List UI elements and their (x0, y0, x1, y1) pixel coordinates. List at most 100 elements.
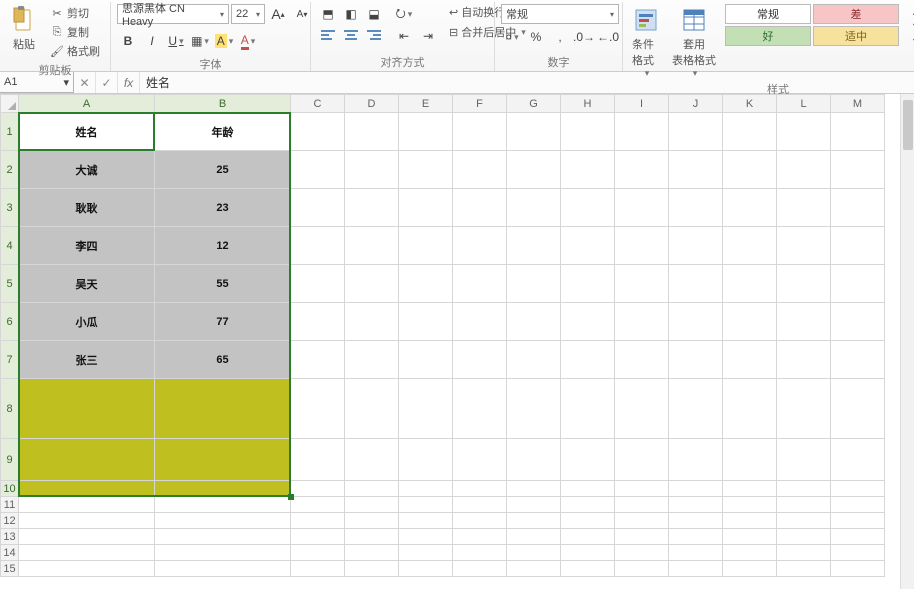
cell[interactable] (507, 303, 561, 341)
cell[interactable] (561, 227, 615, 265)
cell[interactable] (399, 151, 453, 189)
cell[interactable] (399, 341, 453, 379)
row-header[interactable]: 2 (1, 151, 19, 189)
orientation-button[interactable]: ⭮▾ (393, 4, 415, 24)
cell[interactable] (561, 529, 615, 545)
column-header[interactable]: D (345, 95, 399, 113)
cell[interactable] (723, 497, 777, 513)
copy-button[interactable]: ⎘ 复制 (46, 23, 104, 41)
cell[interactable] (615, 265, 669, 303)
cell[interactable] (155, 439, 291, 481)
cell[interactable] (723, 341, 777, 379)
cell[interactable] (453, 379, 507, 439)
cell[interactable] (291, 529, 345, 545)
cell[interactable] (831, 439, 885, 481)
cell[interactable] (723, 545, 777, 561)
cell[interactable] (291, 513, 345, 529)
cell-style-good[interactable]: 好 (725, 26, 811, 46)
percent-button[interactable]: % (525, 27, 547, 47)
cell[interactable] (155, 513, 291, 529)
cancel-entry-button[interactable]: ✕ (74, 72, 96, 93)
cell[interactable] (561, 303, 615, 341)
cell[interactable] (453, 497, 507, 513)
cell[interactable] (777, 151, 831, 189)
cell[interactable] (723, 227, 777, 265)
cell[interactable] (669, 481, 723, 497)
cell[interactable] (345, 151, 399, 189)
cell[interactable] (777, 227, 831, 265)
cell[interactable] (345, 529, 399, 545)
cell[interactable] (561, 481, 615, 497)
font-size-combo[interactable]: 22 ▾ (231, 4, 265, 24)
cell[interactable] (399, 545, 453, 561)
cell[interactable] (399, 481, 453, 497)
underline-button[interactable]: U▾ (165, 31, 187, 51)
cell[interactable] (345, 265, 399, 303)
cell[interactable]: 耿耿 (19, 189, 155, 227)
vertical-scrollbar[interactable] (900, 94, 914, 589)
gallery-down-button[interactable]: ▾ (905, 19, 914, 33)
cell[interactable] (615, 545, 669, 561)
cell[interactable] (155, 529, 291, 545)
cell[interactable] (777, 189, 831, 227)
border-button[interactable]: ▦▾ (189, 31, 211, 51)
cell[interactable] (345, 497, 399, 513)
cell[interactable] (777, 545, 831, 561)
cell[interactable] (453, 513, 507, 529)
cell[interactable] (669, 113, 723, 151)
cell[interactable] (345, 545, 399, 561)
cell[interactable]: 李四 (19, 227, 155, 265)
cell[interactable] (399, 265, 453, 303)
cell[interactable] (507, 379, 561, 439)
cell[interactable]: 年龄 (155, 113, 291, 151)
cell[interactable]: 小瓜 (19, 303, 155, 341)
cell[interactable]: 姓名 (19, 113, 155, 151)
cell[interactable] (291, 497, 345, 513)
cell[interactable] (615, 497, 669, 513)
accounting-format-button[interactable]: ¤▾ (501, 27, 523, 47)
cell[interactable] (507, 513, 561, 529)
cell[interactable] (291, 189, 345, 227)
cell[interactable] (453, 561, 507, 577)
cell[interactable] (291, 303, 345, 341)
cell[interactable] (831, 303, 885, 341)
cell[interactable] (453, 303, 507, 341)
row-header[interactable]: 9 (1, 439, 19, 481)
cell[interactable] (453, 341, 507, 379)
cell[interactable] (19, 439, 155, 481)
cell-styles-gallery[interactable]: 常规 差 好 适中 (725, 4, 899, 46)
column-header[interactable]: F (453, 95, 507, 113)
cell[interactable] (507, 227, 561, 265)
cell[interactable] (291, 341, 345, 379)
cell[interactable] (453, 189, 507, 227)
cell[interactable] (399, 189, 453, 227)
cell[interactable] (291, 379, 345, 439)
cell[interactable] (507, 341, 561, 379)
align-bottom-button[interactable]: ⬓ (363, 4, 385, 24)
cell[interactable] (399, 113, 453, 151)
cell[interactable] (669, 545, 723, 561)
cell[interactable] (615, 189, 669, 227)
column-header[interactable]: B (155, 95, 291, 113)
cell[interactable]: 25 (155, 151, 291, 189)
cell[interactable] (155, 561, 291, 577)
cell[interactable] (723, 265, 777, 303)
cell[interactable] (777, 379, 831, 439)
cell[interactable] (19, 481, 155, 497)
cell[interactable] (561, 341, 615, 379)
cell[interactable] (155, 545, 291, 561)
cell[interactable] (615, 513, 669, 529)
column-header[interactable]: G (507, 95, 561, 113)
cell[interactable] (723, 189, 777, 227)
italic-button[interactable]: I (141, 31, 163, 51)
align-middle-button[interactable]: ◧ (340, 4, 362, 24)
cell[interactable] (19, 529, 155, 545)
cell[interactable] (561, 439, 615, 481)
cell[interactable] (345, 439, 399, 481)
column-header[interactable]: L (777, 95, 831, 113)
select-all-corner[interactable] (1, 95, 19, 113)
cell[interactable] (291, 439, 345, 481)
cell[interactable] (777, 481, 831, 497)
cell[interactable] (561, 113, 615, 151)
cell[interactable] (723, 303, 777, 341)
